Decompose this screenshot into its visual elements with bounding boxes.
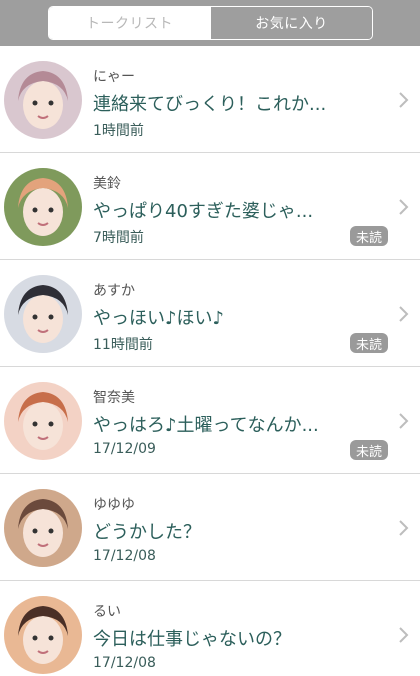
contact-name: 美鈴	[93, 176, 121, 192]
avatar-image	[4, 596, 82, 674]
avatar	[4, 489, 82, 567]
message-preview: 連絡来てびっくり！これか...	[93, 94, 327, 115]
contact-name: 智奈美	[93, 390, 135, 406]
talk-list: にゃー連絡来てびっくり！これか... 1時間前美鈴やっぱり40すぎた婆じゃ... 7…	[0, 46, 420, 676]
avatar	[4, 596, 82, 674]
message-time: 17/12/08	[93, 548, 156, 564]
contact-name: あすか	[93, 283, 135, 299]
message-time: 11時間前	[93, 337, 153, 353]
avatar	[4, 382, 82, 460]
message-time: 1時間前	[93, 123, 144, 139]
chevron-right-icon	[396, 518, 410, 538]
message-preview: やっぱり40すぎた婆じゃ...	[93, 201, 314, 222]
top-bar: トークリスト お気に入り	[0, 0, 420, 46]
chevron-right-icon	[396, 304, 410, 324]
chevron-right-icon	[396, 411, 410, 431]
talk-list-item[interactable]: にゃー連絡来てびっくり！これか... 1時間前	[0, 46, 420, 153]
avatar-image	[4, 275, 82, 353]
talk-list-item[interactable]: 美鈴やっぱり40すぎた婆じゃ... 7時間前 未読	[0, 153, 420, 260]
tab-talk-list[interactable]: トークリスト	[49, 7, 210, 39]
avatar-image	[4, 382, 82, 460]
avatar	[4, 61, 82, 139]
message-time: 17/12/08	[93, 655, 156, 671]
avatar	[4, 275, 82, 353]
talk-list-item[interactable]: るい今日は仕事じゃないの？ 17/12/08	[0, 581, 420, 676]
avatar-image	[4, 61, 82, 139]
contact-name: にゃー	[93, 69, 135, 85]
segmented-control: トークリスト お気に入り	[48, 6, 373, 40]
message-time: 7時間前	[93, 230, 144, 246]
message-preview: やっほい♪ほい♪	[93, 308, 224, 329]
unread-badge: 未読	[350, 333, 388, 353]
message-preview: 今日は仕事じゃないの？	[93, 629, 291, 650]
talk-list-item[interactable]: ゆゆゆどうかした？ 17/12/08	[0, 474, 420, 581]
chevron-right-icon	[396, 625, 410, 645]
chevron-right-icon	[396, 197, 410, 217]
message-preview: やっはろ♪土曜ってなんか...	[93, 415, 319, 436]
talk-list-item[interactable]: あすかやっほい♪ほい♪ 11時間前 未読	[0, 260, 420, 367]
message-time: 17/12/09	[93, 441, 156, 457]
unread-badge: 未読	[350, 440, 388, 460]
avatar	[4, 168, 82, 246]
contact-name: るい	[93, 604, 121, 620]
contact-name: ゆゆゆ	[93, 497, 135, 513]
avatar-image	[4, 168, 82, 246]
avatar-image	[4, 489, 82, 567]
talk-list-item[interactable]: 智奈美やっはろ♪土曜ってなんか... 17/12/09 未読	[0, 367, 420, 474]
message-preview: どうかした？	[93, 522, 201, 543]
unread-badge: 未読	[350, 226, 388, 246]
tab-favorites[interactable]: お気に入り	[210, 7, 372, 39]
chevron-right-icon	[396, 90, 410, 110]
